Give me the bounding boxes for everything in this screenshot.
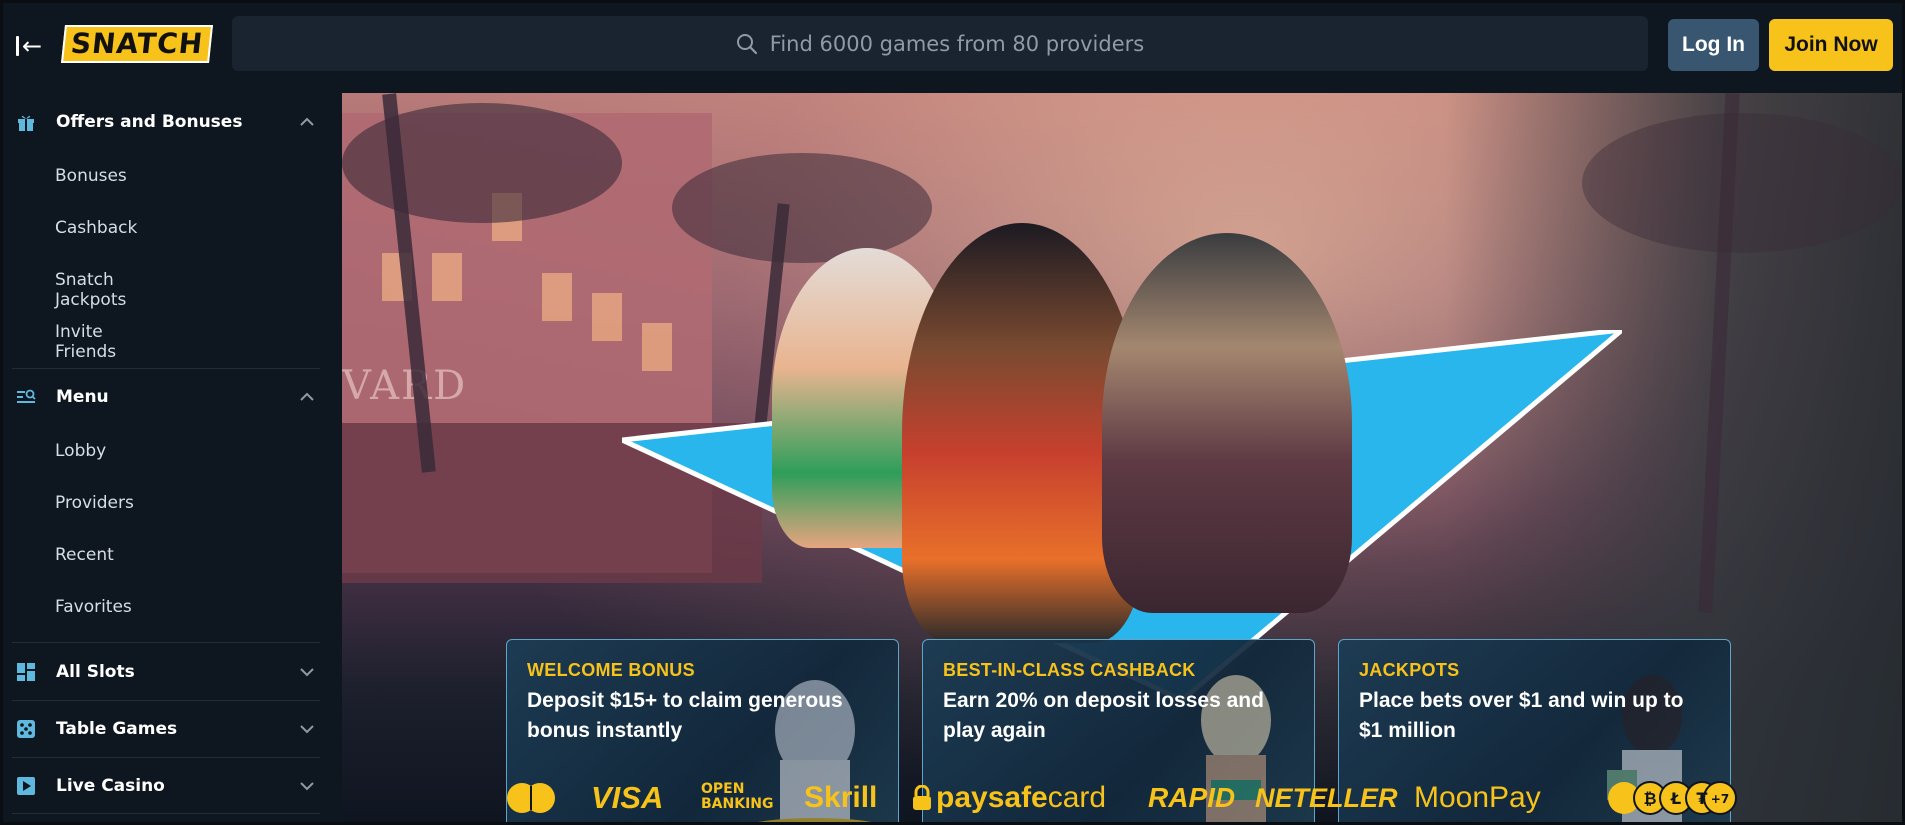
dice-icon [17, 720, 35, 738]
crypto-logos: ₿ Ł ₮ +7 [1606, 780, 1738, 816]
sidebar-item-lobby[interactable]: Lobby [55, 441, 106, 461]
sidebar-divider [12, 642, 320, 643]
sidebar-group-title: Menu [56, 387, 109, 407]
promo-card-text: Deposit $15+ to claim generous bonus ins… [527, 689, 843, 742]
palm-leaves [342, 103, 622, 223]
logo[interactable]: SNATCH [61, 25, 213, 63]
sidebar-group-title: All Slots [56, 662, 135, 682]
chevron-up-icon [300, 392, 314, 401]
sidebar-group-title: Table Games [56, 719, 178, 739]
arrow-left-icon: ← [22, 32, 43, 60]
palm-leaves [672, 153, 932, 263]
grid-icon [17, 663, 35, 681]
open-banking-logo: OPEN BANKING [701, 782, 774, 818]
sidebar-item-bonuses[interactable]: Bonuses [55, 166, 127, 186]
search-placeholder: Find 6000 games from 80 providers [769, 31, 1145, 56]
palm-leaves [1582, 113, 1902, 253]
sidebar-group-live-casino[interactable]: Live Casino [0, 763, 342, 809]
gift-icon [18, 115, 34, 131]
play-icon [17, 777, 35, 795]
svg-text:Ł: Ł [1670, 789, 1681, 808]
visa-logo: VISA [591, 780, 664, 815]
sidebar-item-favorites[interactable]: Favorites [55, 597, 132, 617]
sidebar-item-snatch-jackpots[interactable]: Snatch Jackpots [55, 270, 126, 310]
open-banking-line2: BANKING [701, 796, 774, 812]
sidebar-divider [12, 757, 320, 758]
promo-card-title: JACKPOTS [1359, 660, 1460, 680]
sidebar-divider [12, 813, 320, 814]
svg-text:₿: ₿ [1643, 789, 1656, 808]
sidebar-group-title: Offers and Bonuses [56, 112, 243, 132]
sidebar-group-all-slots[interactable]: All Slots [0, 649, 342, 695]
sidebar-item-providers[interactable]: Providers [55, 493, 134, 513]
promo-card-title: WELCOME BONUS [527, 660, 695, 680]
sidebar-item-cashback[interactable]: Cashback [55, 218, 137, 238]
character-man-suit [1102, 233, 1352, 613]
skrill-logo: Skrill [804, 781, 878, 814]
sidebar-item-recent[interactable]: Recent [55, 545, 114, 565]
crypto-coins-icon: ₿ Ł ₮ +7 [1608, 781, 1737, 815]
sidebar-group-table-games[interactable]: Table Games [0, 706, 342, 752]
paysafe-card-text: card [1047, 781, 1107, 814]
sidebar-group-offers[interactable]: Offers and Bonuses [0, 99, 342, 145]
promo-card-text: Earn 20% on deposit losses and play agai… [943, 689, 1264, 742]
promo-card-text: Place bets over $1 and win up to $1 mill… [1359, 689, 1684, 742]
chevron-down-icon [300, 668, 314, 677]
collapse-sidebar-button[interactable]: ← [14, 32, 42, 60]
building-window [542, 273, 572, 321]
collapse-bar [16, 36, 19, 56]
menu-search-icon [17, 389, 36, 403]
moonpay-logo: MoonPay [1414, 781, 1541, 814]
neteller-logo: NETELLER [1255, 782, 1398, 813]
paysafe-text: paysafe [936, 781, 1048, 814]
sidebar-item-invite-friends[interactable]: Invite Friends [55, 322, 116, 362]
join-now-button[interactable]: Join Now [1769, 19, 1893, 71]
building-window [432, 253, 462, 301]
paysafecard-logo: paysafe card [912, 780, 1106, 816]
more-coins-count: +7 [1711, 792, 1729, 806]
chevron-up-icon [300, 117, 314, 126]
mastercard-icon [507, 783, 555, 813]
search-input[interactable]: Find 6000 games from 80 providers [232, 16, 1648, 71]
top-bar: ← SNATCH Find 6000 games from 80 provide… [0, 0, 1905, 93]
hero-banner: VARD WELCOME BONUS Deposit $15+ to claim… [342, 93, 1905, 825]
promo-card-title: BEST-IN-CLASS CASHBACK [943, 660, 1196, 680]
sidebar-group-menu[interactable]: Menu [0, 374, 342, 420]
login-button[interactable]: Log In [1668, 19, 1759, 71]
search-icon [736, 33, 757, 54]
rapid-logo: RAPID [1148, 782, 1236, 813]
chevron-down-icon [300, 725, 314, 734]
chevron-down-icon [300, 782, 314, 791]
building-sign: VARD [342, 363, 468, 409]
sidebar-group-title: Live Casino [56, 776, 165, 796]
sidebar-divider [12, 700, 320, 701]
lock-icon [913, 785, 931, 810]
sidebar-divider [12, 368, 320, 369]
open-banking-line1: OPEN [701, 781, 745, 797]
building-window [592, 293, 622, 341]
svg-text:₮: ₮ [1696, 789, 1707, 808]
